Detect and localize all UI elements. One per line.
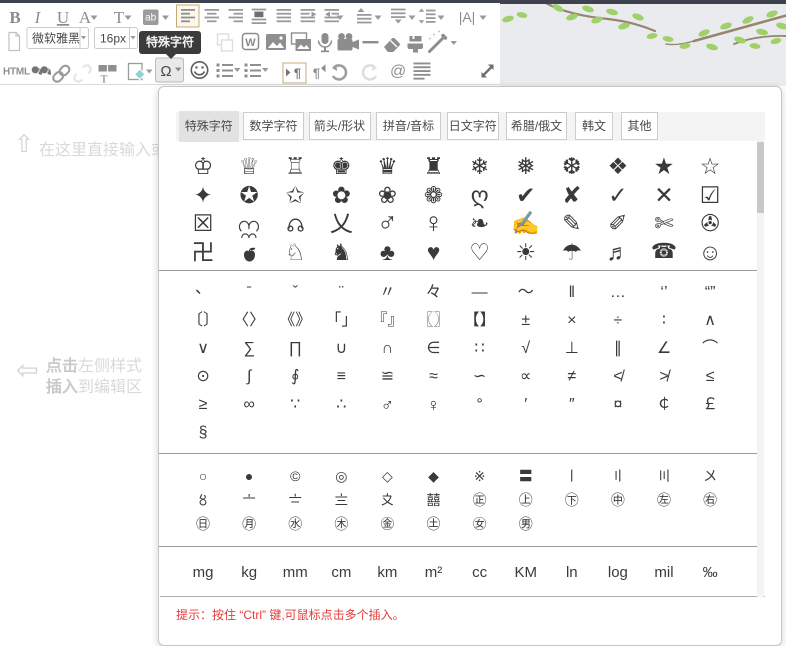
svg-text:A: A xyxy=(79,8,92,27)
svg-text:U: U xyxy=(57,8,69,27)
svg-text:¶: ¶ xyxy=(313,66,320,81)
svg-text:T: T xyxy=(101,74,108,86)
svg-text:Ω: Ω xyxy=(160,63,171,80)
svg-text:|A|: |A| xyxy=(459,9,476,25)
svg-text:16px: 16px xyxy=(100,32,126,46)
svg-text:HTML: HTML xyxy=(3,67,30,78)
svg-text:T: T xyxy=(114,8,125,27)
svg-text:@: @ xyxy=(390,63,406,80)
svg-text:W: W xyxy=(245,37,256,49)
svg-text:B: B xyxy=(9,8,20,27)
svg-text:ab: ab xyxy=(145,13,157,24)
svg-text:¶: ¶ xyxy=(294,66,301,81)
svg-text:微软雅黑: 微软雅黑 xyxy=(32,31,80,46)
svg-text:I: I xyxy=(34,8,42,27)
